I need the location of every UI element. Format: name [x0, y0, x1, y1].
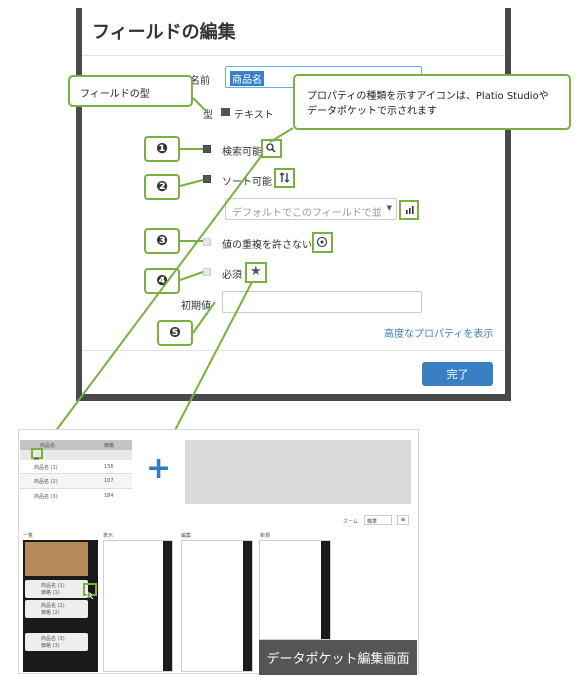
table-row[interactable]: 商品名 (1) 156	[20, 460, 132, 474]
plus-icon: +	[146, 451, 172, 486]
new-panel	[259, 540, 331, 640]
add-field-area[interactable]: +	[132, 440, 185, 504]
panel-title-list: 一覧	[23, 533, 34, 539]
connector-4	[179, 271, 204, 281]
view-panel	[103, 540, 173, 672]
list-item[interactable]: 商品名 (2) 価格 (2)	[25, 600, 88, 618]
zoom-select[interactable]: 標準	[364, 515, 392, 525]
search-icon	[86, 592, 94, 600]
list-item[interactable]: 商品名 (1) 価格 (1)	[25, 580, 88, 598]
pocket-empty-area	[185, 440, 411, 504]
pocket-search-icon-highlight	[31, 448, 43, 465]
edit-panel	[181, 540, 253, 672]
list-item[interactable]: 商品名 (3) 価格 (3)	[25, 633, 88, 651]
pocket-col-price: 価格	[104, 443, 115, 449]
pocket-table-body: 商品名 (1) 156 商品名 (2) 107 商品名 (3) 184	[20, 460, 132, 504]
connector-2	[179, 179, 204, 187]
menu-icon[interactable]: ≡	[397, 515, 409, 525]
connector-5	[192, 301, 216, 334]
zoom-label: ズーム	[343, 519, 358, 525]
panel-title-edit: 編集	[181, 533, 192, 539]
list-panel-image	[25, 542, 88, 576]
connector-search-to-pocket	[39, 154, 263, 453]
pocket-caption: データポケット編集画面	[259, 640, 417, 675]
connector-type	[192, 97, 206, 111]
connector-note	[269, 127, 294, 143]
panel-title-new: 新規	[260, 533, 271, 539]
pocket-star-icon-highlight	[83, 583, 97, 600]
list-panel: 商品名 (1) 価格 (1) 商品名 (2) 価格 (2) 商品名 (3) 価格…	[23, 540, 98, 672]
table-row[interactable]: 商品名 (3) 184	[20, 489, 132, 504]
table-row[interactable]: 商品名 (2) 107	[20, 474, 132, 489]
panel-title-view: 表示	[103, 533, 114, 539]
